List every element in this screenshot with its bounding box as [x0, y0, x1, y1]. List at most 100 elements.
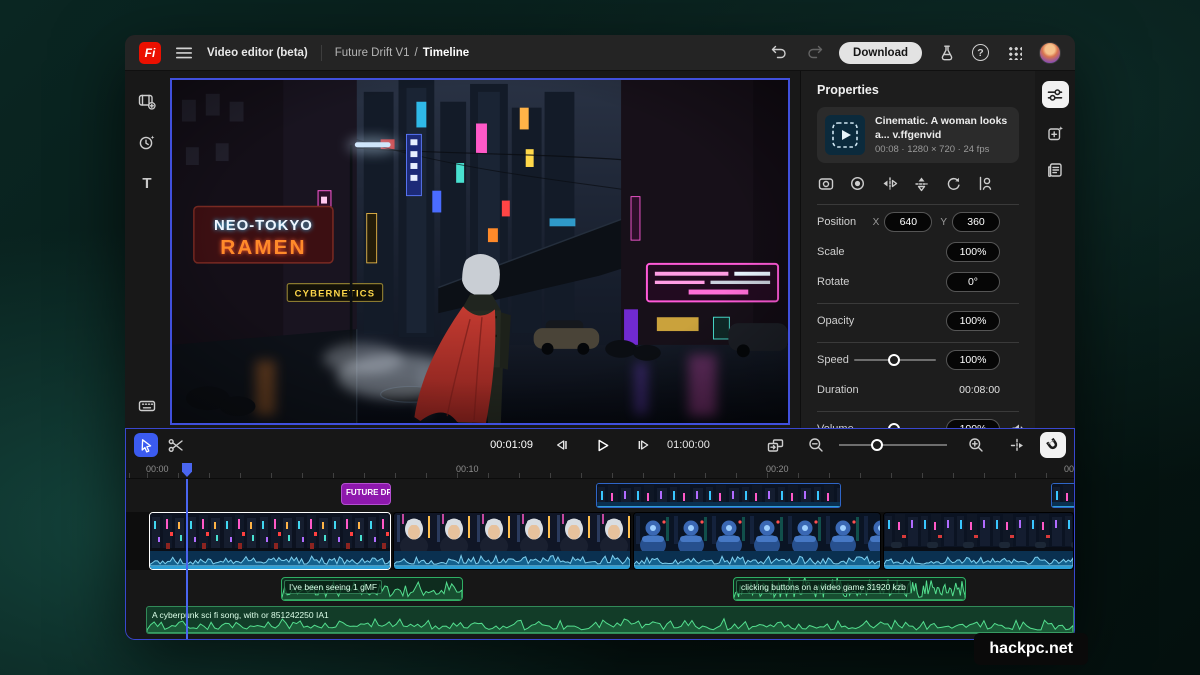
avatar[interactable] [1039, 42, 1061, 64]
y-label: Y [940, 217, 947, 228]
top-bar: Fi Video editor (beta) Future Drift V1 /… [125, 35, 1075, 71]
keyboard-shortcuts-icon[interactable] [135, 394, 159, 418]
opacity-label: Opacity [817, 315, 946, 327]
add-media-icon[interactable] [135, 89, 159, 113]
download-button[interactable]: Download [839, 42, 922, 64]
breadcrumb-separator: / [415, 47, 418, 59]
project-name[interactable]: Future Drift V1 [335, 47, 410, 59]
text-clip[interactable]: FUTURE DRI [341, 483, 391, 505]
scale-label: Scale [817, 246, 946, 258]
sfx-clip-label: clicking buttons on a video game 31920 k… [736, 580, 911, 594]
music-clip-label: A cyberpunk sci fi song, with or 8512422… [152, 610, 329, 620]
sfx-clip-1[interactable]: I've been seeing 1 gMF [281, 577, 463, 601]
sfx-clip-2[interactable]: clicking buttons on a video game 31920 k… [733, 577, 966, 601]
flip-horizontal-icon[interactable] [881, 175, 898, 192]
volume-row: Volume 100% [801, 416, 1035, 428]
timeline-tracks: FUTURE DRI [126, 479, 1074, 639]
timeline-ruler[interactable]: 00:00 00:10 00:20 00:30 [126, 461, 1074, 479]
music-clip[interactable]: A cyberpunk sci fi song, with or 8512422… [146, 606, 1074, 634]
step-back-icon[interactable] [550, 433, 574, 457]
rotate-icon[interactable] [945, 175, 962, 192]
ruler-label: 00:00 [146, 464, 169, 474]
opacity-row: Opacity 100% [801, 308, 1035, 334]
rotate-row: Rotate 0° [801, 269, 1035, 295]
firefly-logo[interactable]: Fi [139, 42, 161, 64]
text-tool-icon[interactable]: T [135, 171, 159, 195]
clip-name: Cinematic. A woman looks a... v.ffgenvid [875, 115, 1011, 142]
opacity-input[interactable]: 100% [946, 311, 1000, 331]
left-toolbar: T [125, 71, 169, 428]
playhead-jump-icon[interactable] [1005, 433, 1029, 457]
current-timecode: 00:01:09 [490, 439, 533, 451]
timeline-toolbar: 00:01:09 01:00:00 [126, 429, 1074, 461]
speed-label: Speed [817, 354, 854, 366]
overlay-video-clip[interactable] [596, 483, 841, 508]
app-title: Video editor (beta) [207, 47, 308, 59]
layer-order-icon[interactable] [977, 175, 994, 192]
clip-card[interactable]: Cinematic. A woman looks a... v.ffgenvid… [817, 107, 1019, 163]
speed-slider[interactable] [854, 354, 936, 366]
app-window: Fi Video editor (beta) Future Drift V1 /… [125, 35, 1075, 640]
play-button[interactable] [591, 433, 615, 457]
position-label: Position [817, 216, 865, 228]
properties-toggle-icon[interactable] [1042, 81, 1069, 108]
select-tool-button[interactable] [134, 433, 158, 457]
snap-magnet-button[interactable] [1040, 432, 1066, 458]
volume-input[interactable]: 100% [946, 419, 1000, 428]
scale-row: Scale 100% [801, 239, 1035, 265]
undo-icon[interactable] [769, 43, 789, 63]
hamburger-menu-icon[interactable] [174, 43, 194, 63]
position-row: Position X 640 Y 360 [801, 209, 1035, 235]
timeline-zoom-slider[interactable] [839, 439, 947, 451]
watermark: hackpc.net [974, 633, 1088, 665]
speed-input[interactable]: 100% [946, 350, 1000, 370]
breadcrumb: Future Drift V1 / Timeline [335, 47, 469, 59]
duration-value: 00:08:00 [959, 384, 1000, 396]
clip-thumbnail [825, 115, 865, 155]
split-scissors-icon[interactable] [164, 433, 188, 457]
sfx-clip-label: I've been seeing 1 gMF [284, 580, 382, 594]
duration-row: Duration 00:08:00 [801, 377, 1035, 403]
position-y-input[interactable]: 360 [952, 212, 1000, 232]
rotate-label: Rotate [817, 276, 946, 288]
beaker-icon[interactable] [937, 43, 957, 63]
timeline-panel: 00:01:09 01:00:00 [125, 428, 1075, 640]
overlay-video-clip[interactable] [1051, 483, 1074, 508]
transport-controls: 00:01:09 01:00:00 [490, 433, 710, 457]
step-forward-icon[interactable] [632, 433, 656, 457]
video-preview[interactable]: NEO-TOKYO NEO-TOKYO RAMEN RAMEN CYBERNET… [170, 78, 790, 425]
scale-input[interactable]: 100% [946, 242, 1000, 262]
rotate-input[interactable]: 0° [946, 272, 1000, 292]
generate-media-icon[interactable] [1043, 121, 1067, 145]
fit-timeline-icon[interactable] [763, 433, 787, 457]
editor-main: T [125, 71, 1075, 428]
position-x-input[interactable]: 640 [884, 212, 932, 232]
ruler-label: 00:10 [456, 464, 479, 474]
mask-icon[interactable] [849, 175, 866, 192]
x-label: X [873, 217, 880, 228]
zoom-out-icon[interactable] [804, 433, 828, 457]
right-toolbar [1035, 71, 1075, 428]
frame-icon[interactable] [817, 175, 834, 192]
topbar-divider [321, 45, 322, 61]
preview-scene: NEO-TOKYO NEO-TOKYO RAMEN RAMEN CYBERNET… [172, 80, 788, 423]
video-clip-robot[interactable] [633, 512, 881, 570]
captions-icon[interactable] [1043, 158, 1067, 182]
apps-grid-icon[interactable] [1004, 43, 1024, 63]
help-icon[interactable]: ? [972, 44, 989, 61]
video-clip-city-2[interactable] [883, 512, 1074, 570]
breadcrumb-page: Timeline [423, 47, 469, 59]
playhead-line[interactable] [186, 479, 188, 639]
properties-title: Properties [801, 83, 1035, 107]
history-clock-icon[interactable] [135, 130, 159, 154]
flip-vertical-icon[interactable] [913, 175, 930, 192]
clip-meta: 00:08 · 1280 × 720 · 24 fps [875, 144, 1011, 155]
duration-label: Duration [817, 384, 959, 396]
ruler-label: 00:30 [1064, 464, 1074, 474]
clip-tools-row [801, 163, 1035, 202]
zoom-in-icon[interactable] [964, 433, 988, 457]
total-timecode: 01:00:00 [667, 439, 710, 451]
redo-icon[interactable] [804, 43, 824, 63]
properties-panel: Properties Cinematic. A woman looks a...… [800, 71, 1035, 428]
video-clip-woman[interactable] [393, 512, 631, 570]
